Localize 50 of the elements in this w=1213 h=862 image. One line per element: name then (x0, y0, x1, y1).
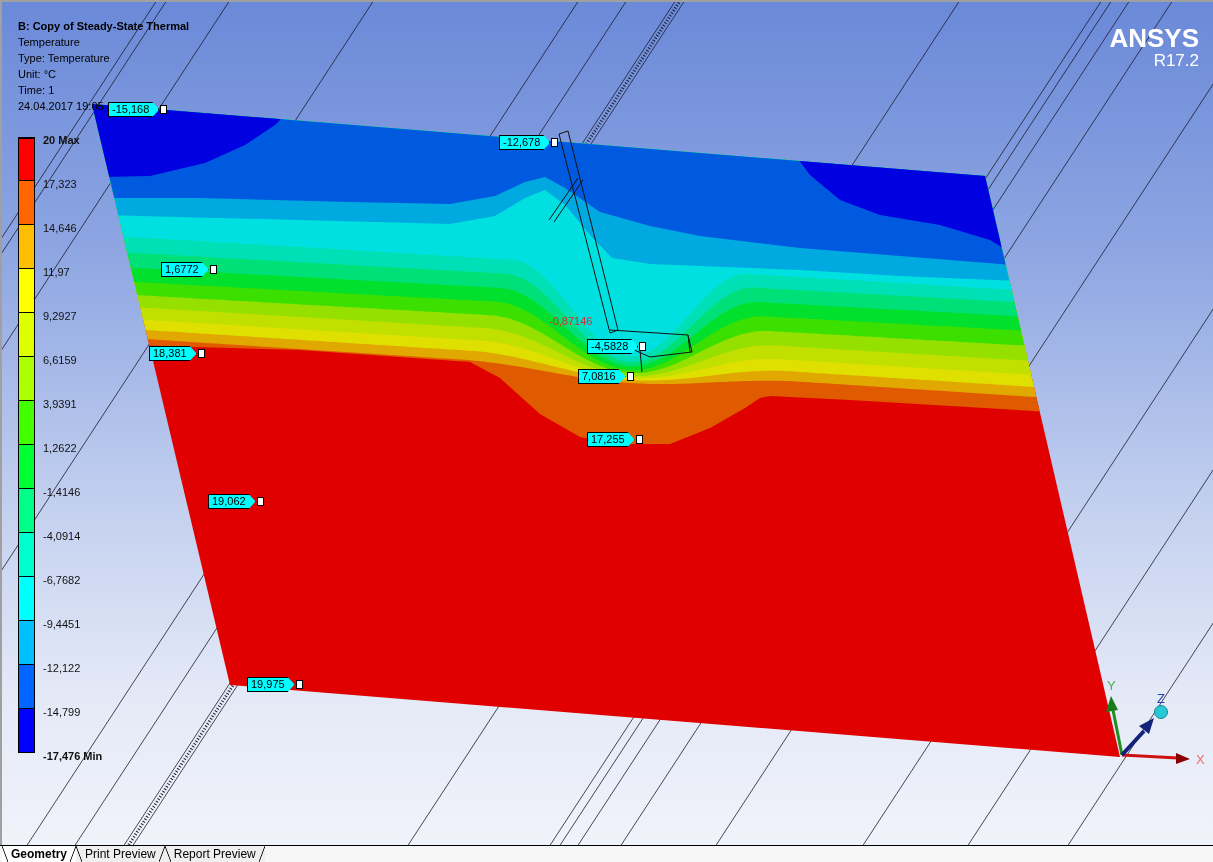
z-axis-arrow (1120, 718, 1154, 757)
legend-value-label: -12,122 (43, 661, 81, 675)
x-axis-arrow (1121, 753, 1190, 764)
legend-value-label: 1,2622 (43, 441, 77, 455)
result-info-line: Time: 1 (18, 83, 55, 98)
legend-value-label: 14,646 (43, 221, 77, 235)
probe-marker-icon (256, 497, 264, 506)
legend-extreme-label: 20 Max (43, 133, 80, 147)
result-info-line: Type: Temperature (18, 51, 110, 66)
legend-value-label: 9,2927 (43, 309, 77, 323)
result-info-line: Temperature (18, 35, 80, 50)
y-axis-arrow (1106, 696, 1124, 756)
probe-marker-icon (551, 138, 559, 147)
probe-marker-icon (626, 372, 634, 381)
result-info-line: Unit: °C (18, 67, 57, 82)
legend-value-label: 11,97 (43, 265, 70, 279)
view-tab[interactable]: Print Preview (76, 846, 165, 862)
x-axis-label: X (1196, 752, 1205, 767)
probe-marker-icon (295, 680, 303, 689)
view-tab[interactable]: Geometry (2, 846, 77, 862)
probe-label: -15,168 (108, 102, 160, 117)
probe-label: 18,381 (149, 346, 197, 361)
probe-label: 19,975 (247, 677, 295, 692)
probe-marker-icon (209, 265, 217, 274)
legend-value-label: -4,0914 (43, 529, 81, 543)
probe-label: 19,062 (208, 494, 256, 509)
probe-value: -0,87146 (549, 315, 593, 328)
probe-label: 17,255 (587, 432, 635, 447)
legend-value-label: -9,4451 (43, 617, 81, 631)
legend-value-label: 6,6159 (43, 353, 77, 367)
probe-label: -4,5828 (587, 339, 639, 354)
probe-label: -12,678 (499, 135, 551, 150)
legend-value-label: -6,7682 (43, 573, 81, 587)
probe-marker-icon (197, 349, 205, 358)
probe-label: 7,0816 (578, 369, 626, 384)
z-axis-label: Z (1157, 691, 1165, 706)
view-tab[interactable]: Report Preview (164, 846, 265, 862)
probe-marker-icon (639, 342, 647, 351)
legend-value-label: 17,323 (43, 177, 77, 191)
legend-value-label: -1,4146 (43, 485, 81, 499)
version-label: R17.2 (1153, 52, 1199, 70)
triad-ball-icon (1154, 705, 1168, 719)
legend-value-label: 3,9391 (43, 397, 77, 411)
probe-marker-icon (635, 435, 643, 444)
y-axis-label: Y (1107, 678, 1116, 693)
legend-value-label: -14,799 (43, 705, 81, 719)
legend-extreme-label: -17,476 Min (43, 749, 103, 763)
probe-label: 1,6772 (161, 262, 209, 277)
probe-marker-icon (160, 105, 168, 114)
result-title: B: Copy of Steady-State Thermal (18, 19, 190, 34)
